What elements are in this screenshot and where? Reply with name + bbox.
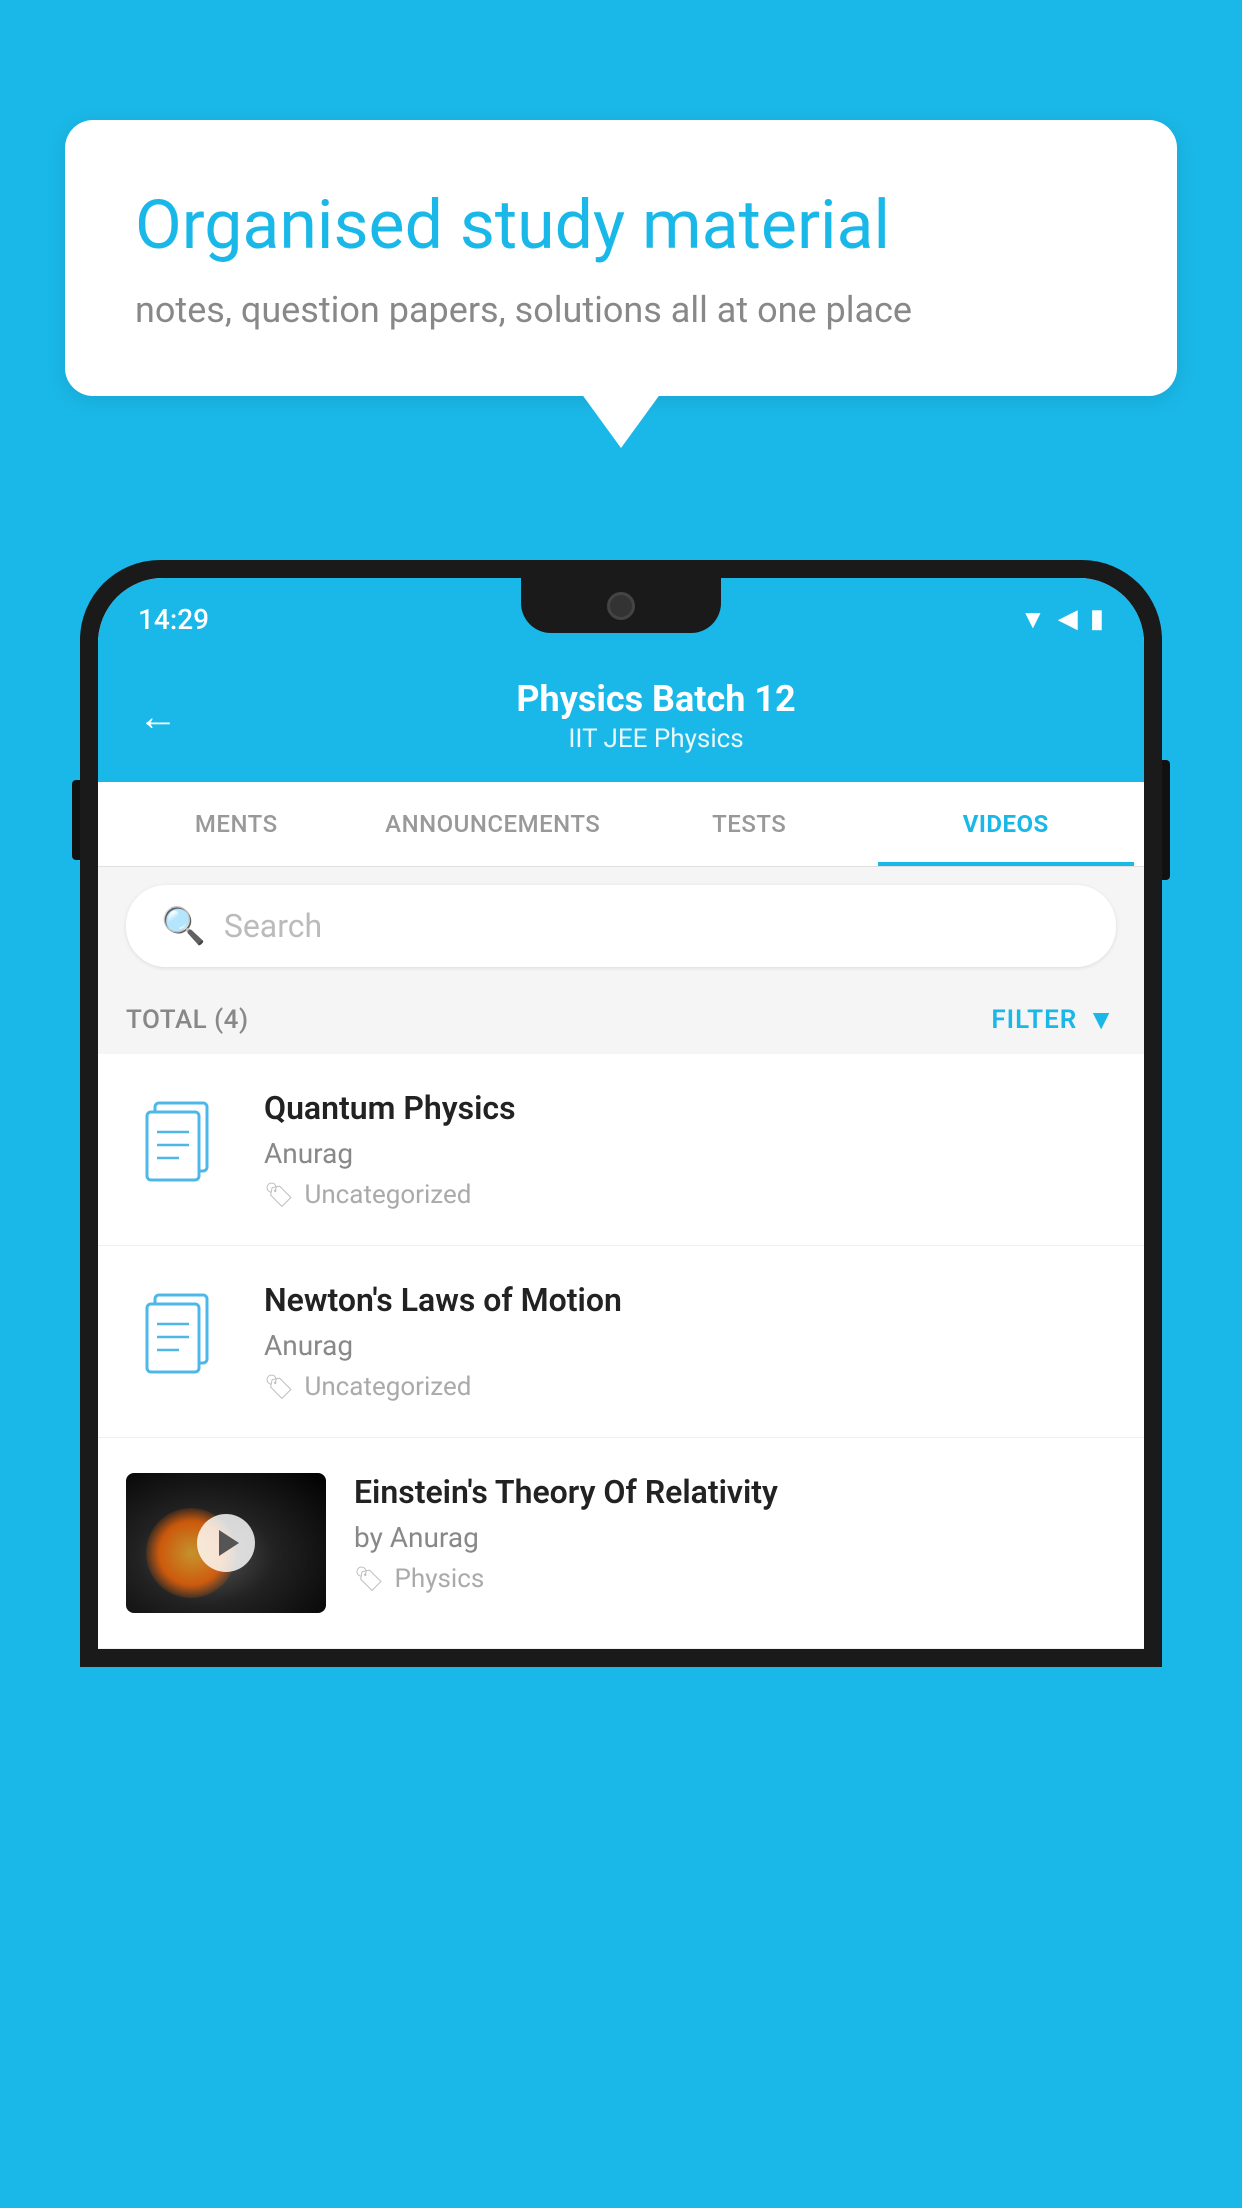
tab-tests[interactable]: TESTS xyxy=(621,782,878,866)
video-title: Einstein's Theory Of Relativity xyxy=(354,1473,1116,1511)
tab-bar: MENTS ANNOUNCEMENTS TESTS VIDEOS xyxy=(98,782,1144,867)
video-list: Quantum Physics Anurag 🏷 Uncategorized xyxy=(98,1054,1144,1649)
video-author: by Anurag xyxy=(354,1521,1116,1554)
search-bar[interactable]: 🔍 Search xyxy=(126,885,1116,967)
list-item[interactable]: Einstein's Theory Of Relativity by Anura… xyxy=(98,1438,1144,1649)
document-icon xyxy=(141,1097,221,1192)
tag-icon: 🏷 xyxy=(354,1565,384,1593)
tag-icon: 🏷 xyxy=(264,1373,294,1401)
video-title: Newton's Laws of Motion xyxy=(264,1281,1116,1319)
video-info: Newton's Laws of Motion Anurag 🏷 Uncateg… xyxy=(264,1281,1116,1402)
list-item[interactable]: Newton's Laws of Motion Anurag 🏷 Uncateg… xyxy=(98,1246,1144,1438)
speech-bubble: Organised study material notes, question… xyxy=(65,120,1177,396)
phone-outer: 14:29 ▼ ◀ ▮ ← Physics Batch 12 IIT JEE P… xyxy=(80,560,1162,1667)
header-subtitle: IIT JEE Physics xyxy=(208,724,1104,754)
video-info: Einstein's Theory Of Relativity by Anura… xyxy=(354,1473,1116,1594)
video-image-thumbnail xyxy=(126,1473,326,1613)
search-icon: 🔍 xyxy=(161,905,206,947)
video-thumbnail xyxy=(126,1089,236,1199)
video-tag: 🏷 Physics xyxy=(354,1564,1116,1594)
filter-bar: TOTAL (4) FILTER ▼ xyxy=(98,985,1144,1054)
phone-mockup: 14:29 ▼ ◀ ▮ ← Physics Batch 12 IIT JEE P… xyxy=(80,560,1162,2208)
header-title-group: Physics Batch 12 IIT JEE Physics xyxy=(208,678,1104,754)
tab-videos[interactable]: VIDEOS xyxy=(878,782,1135,866)
phone-screen: 14:29 ▼ ◀ ▮ ← Physics Batch 12 IIT JEE P… xyxy=(98,578,1144,1649)
video-tag: 🏷 Uncategorized xyxy=(264,1180,1116,1210)
video-info: Quantum Physics Anurag 🏷 Uncategorized xyxy=(264,1089,1116,1210)
video-author: Anurag xyxy=(264,1137,1116,1170)
app-header: ← Physics Batch 12 IIT JEE Physics xyxy=(98,650,1144,782)
play-button[interactable] xyxy=(197,1514,255,1572)
status-time: 14:29 xyxy=(138,603,209,636)
video-thumbnail xyxy=(126,1281,236,1391)
list-item[interactable]: Quantum Physics Anurag 🏷 Uncategorized xyxy=(98,1054,1144,1246)
search-input[interactable]: Search xyxy=(224,907,322,945)
bubble-subtitle: notes, question papers, solutions all at… xyxy=(135,289,1107,331)
tab-announcements[interactable]: ANNOUNCEMENTS xyxy=(365,782,622,866)
document-icon xyxy=(141,1289,221,1384)
battery-icon: ▮ xyxy=(1090,604,1104,634)
video-author: Anurag xyxy=(264,1329,1116,1362)
bubble-title: Organised study material xyxy=(135,185,1107,267)
volume-button xyxy=(72,780,80,860)
total-count: TOTAL (4) xyxy=(126,1005,249,1035)
filter-icon: ▼ xyxy=(1087,1003,1116,1036)
signal-icon: ◀ xyxy=(1058,604,1078,634)
wifi-icon: ▼ xyxy=(1020,604,1046,635)
hero-section: Organised study material notes, question… xyxy=(65,120,1177,396)
tag-icon: 🏷 xyxy=(264,1181,294,1209)
video-tag: 🏷 Uncategorized xyxy=(264,1372,1116,1402)
filter-button[interactable]: FILTER ▼ xyxy=(991,1003,1116,1036)
power-button xyxy=(1162,760,1170,880)
front-camera xyxy=(607,592,635,620)
back-button[interactable]: ← xyxy=(138,693,178,740)
search-bar-container: 🔍 Search xyxy=(98,867,1144,985)
filter-label: FILTER xyxy=(991,1005,1077,1035)
status-icons: ▼ ◀ ▮ xyxy=(1020,604,1104,635)
video-title: Quantum Physics xyxy=(264,1089,1116,1127)
tab-ments[interactable]: MENTS xyxy=(108,782,365,866)
header-title: Physics Batch 12 xyxy=(208,678,1104,720)
play-triangle xyxy=(219,1530,239,1556)
phone-notch xyxy=(521,578,721,633)
